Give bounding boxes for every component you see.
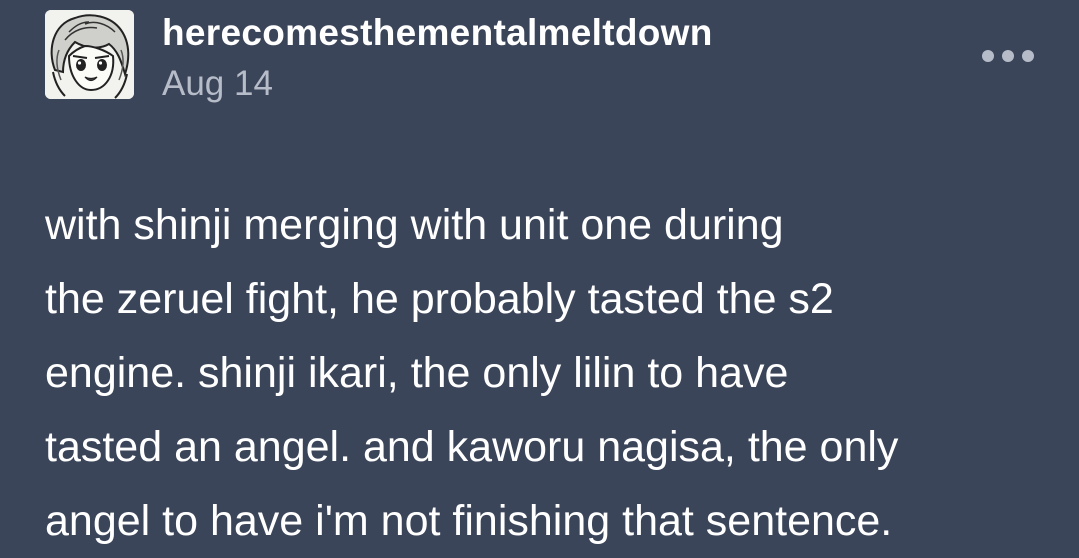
ellipsis-icon	[1002, 50, 1014, 62]
post-body-line: the zeruel fight, he probably tasted the…	[45, 275, 834, 323]
post-body-line: with shinji merging with unit one during	[45, 201, 784, 249]
author-avatar[interactable]	[45, 10, 134, 99]
post-card: herecomesthementalmeltdown Aug 14 with s…	[0, 0, 1079, 552]
ellipsis-icon	[1022, 50, 1034, 62]
anime-character-avatar-icon	[45, 10, 134, 99]
post-body-line: tasted an angel. and kaworu nagisa, the …	[45, 423, 899, 471]
post-body: with shinji merging with unit one during…	[45, 188, 1055, 558]
author-username[interactable]: herecomesthementalmeltdown	[162, 12, 713, 54]
post-body-line: angel to have i'm not finishing that sen…	[45, 497, 893, 545]
post-date[interactable]: Aug 14	[162, 64, 273, 104]
ellipsis-icon	[982, 50, 994, 62]
more-options-button[interactable]	[982, 38, 1038, 74]
post-body-line: engine. shinji ikari, the only lilin to …	[45, 349, 789, 397]
